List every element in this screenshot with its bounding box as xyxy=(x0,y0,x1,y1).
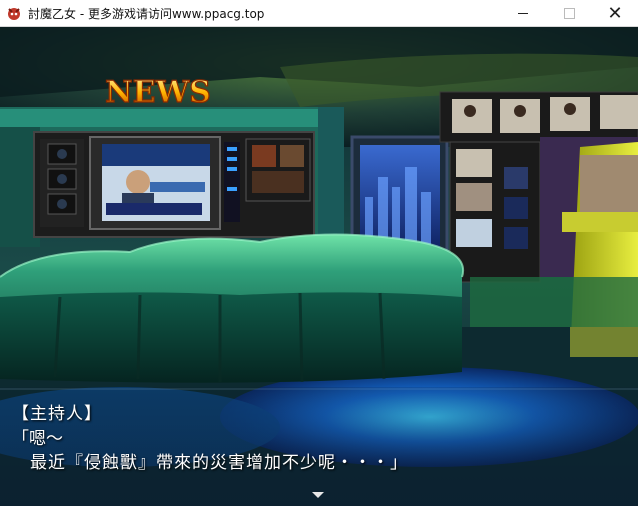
game-viewport[interactable]: NEWS 【主持人】 「嗯～ 最近『侵蝕獸』帶來的災害增加不少呢・・・」 xyxy=(0,27,638,506)
maximize-button[interactable] xyxy=(546,0,592,26)
title-bar: 討魔乙女 - 更多游戏请访问www.ppacg.top ✕ xyxy=(0,0,638,27)
dialogue-line: 最近『侵蝕獸』帶來的災害增加不少呢・・・」 xyxy=(30,453,408,473)
window-title: 討魔乙女 - 更多游戏请访问www.ppacg.top xyxy=(28,6,265,21)
dialogue-line: 「嗯～ xyxy=(12,429,63,449)
minimize-button[interactable] xyxy=(500,0,546,26)
speaker-name: 【主持人】 xyxy=(12,404,102,424)
maximize-icon xyxy=(563,7,575,19)
dialogue-box[interactable]: 【主持人】 「嗯～ 最近『侵蝕獸』帶來的災害增加不少呢・・・」 xyxy=(0,397,638,506)
news-sign: NEWS xyxy=(105,75,211,110)
close-button[interactable]: ✕ xyxy=(592,0,638,26)
close-icon: ✕ xyxy=(607,2,623,24)
minimize-icon xyxy=(518,12,528,14)
continue-arrow-icon[interactable] xyxy=(312,492,324,498)
app-icon xyxy=(6,5,22,21)
